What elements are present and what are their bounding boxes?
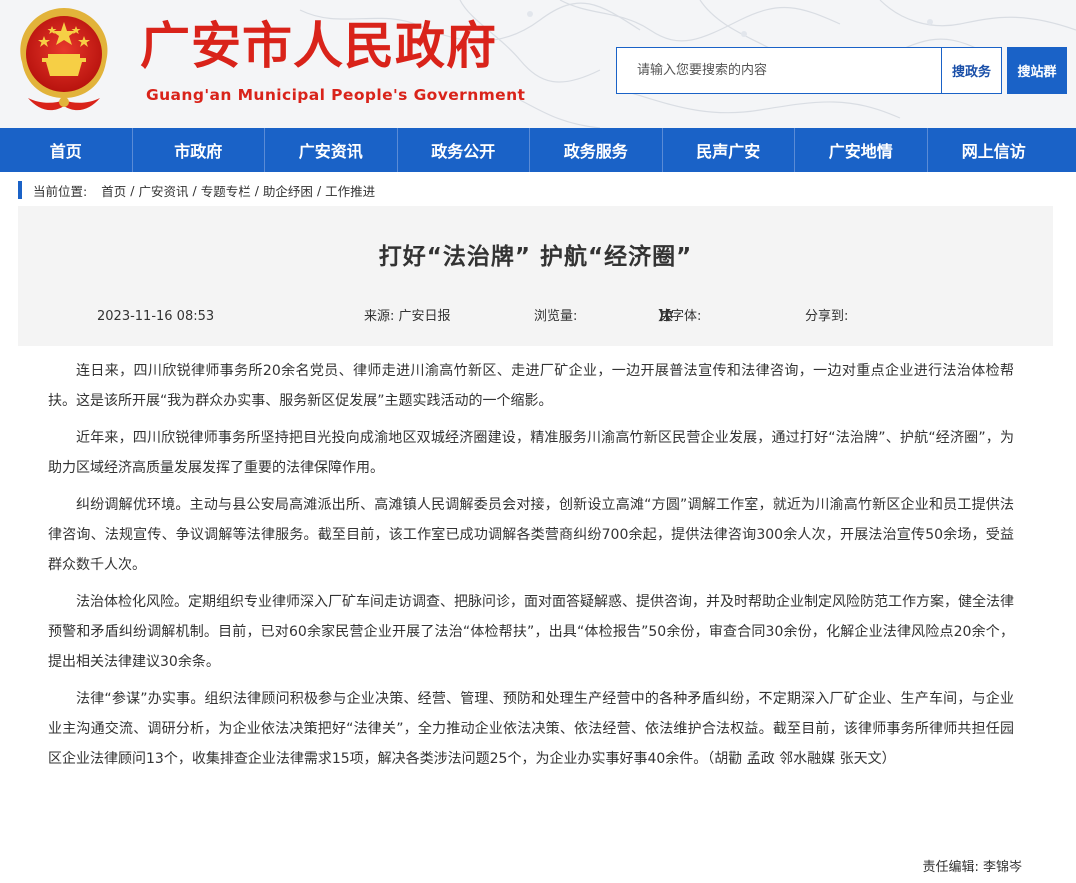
nav-item-guangan-news[interactable]: 广安资讯 [265,128,398,172]
article-paragraph: 连日来，四川欣锐律师事务所20余名党员、律师走进川渝高竹新区、走进厂矿企业，一边… [48,363,1014,409]
breadcrumb-link-guangan-news[interactable]: 广安资讯 [138,181,188,200]
nav-item-city-government[interactable]: 市政府 [133,128,265,172]
national-emblem-icon [20,8,108,111]
site-header: 广安市人民政府 Guang'an Municipal People's Gove… [0,0,1076,128]
view-count: 浏览量: [534,309,578,324]
nav-item-local-info[interactable]: 广安地情 [795,128,928,172]
responsible-editor: 责任编辑: 李锦岑 [922,860,1022,875]
article-body: 连日来，四川欣锐律师事务所20余名党员、律师走进川渝高竹新区、走进厂矿企业，一边… [48,356,1014,774]
breadcrumb-separator: / [254,182,259,198]
main-nav: 首页 市政府 广安资讯 政务公开 政务服务 民声广安 广安地情 网上信访 [0,128,1076,172]
article-paragraph: 近年来，四川欣锐律师事务所坚持把目光投向成渝地区双城经济圈建设，精准服务川渝高竹… [48,430,1014,476]
nav-item-public-voice[interactable]: 民声广安 [663,128,795,172]
nav-item-home[interactable]: 首页 [0,128,133,172]
search-input[interactable] [617,48,941,93]
site-title: 广安市人民政府 [140,17,497,75]
search-site-cluster-button[interactable]: 搜站群 [1007,47,1067,94]
article-paragraph: 法治体检化风险。定期组织专业律师深入厂矿车间走访调查、把脉问诊，面对面答疑解惑、… [48,594,1014,670]
nav-item-government-services[interactable]: 政务服务 [530,128,663,172]
publish-date: 2023-11-16 08:53 [97,309,215,324]
site-subtitle: Guang'an Municipal People's Government [146,86,526,104]
article-meta: 2023-11-16 08:53 来源: 广安日报 浏览量: 【字体: 大 中 … [18,308,1053,326]
breadcrumb-label: 当前位置: [33,183,88,199]
breadcrumb-separator: / [130,182,135,198]
search-box: 搜政务 [616,47,1002,94]
article-paragraph: 法律“参谋”办实事。组织法律顾问积极参与企业决策、经营、管理、预防和处理生产经营… [48,691,1014,767]
article-title: 打好“法治牌” 护航“经济圈” [378,244,693,270]
breadcrumb-link-special-topics[interactable]: 专题专栏 [201,181,251,200]
font-size-suffix: 】 [658,309,672,324]
nav-item-government-affairs[interactable]: 政务公开 [398,128,530,172]
breadcrumb-separator: / [316,182,322,198]
breadcrumb-separator: / [192,182,197,198]
article-source: 来源: 广安日报 [364,309,451,324]
breadcrumb-link-work-progress[interactable]: 工作推进 [325,181,375,200]
nav-item-online-petition[interactable]: 网上信访 [928,128,1061,172]
breadcrumb: 当前位置: 首页 / 广安资讯 / 专题专栏 / 助企纾困 / 工作推进 [18,180,375,200]
breadcrumb-marker [18,181,22,199]
article-header: 打好“法治牌” 护航“经济圈” 2023-11-16 08:53 来源: 广安日… [18,206,1053,346]
search-government-button[interactable]: 搜政务 [941,48,1001,93]
share-label: 分享到: [805,309,849,324]
breadcrumb-link-home[interactable]: 首页 [101,181,126,200]
breadcrumb-link-business-relief[interactable]: 助企纾困 [263,181,313,200]
article-paragraph: 纠纷调解优环境。主动与县公安局高滩派出所、高滩镇人民调解委员会对接，创新设立高滩… [48,497,1014,573]
